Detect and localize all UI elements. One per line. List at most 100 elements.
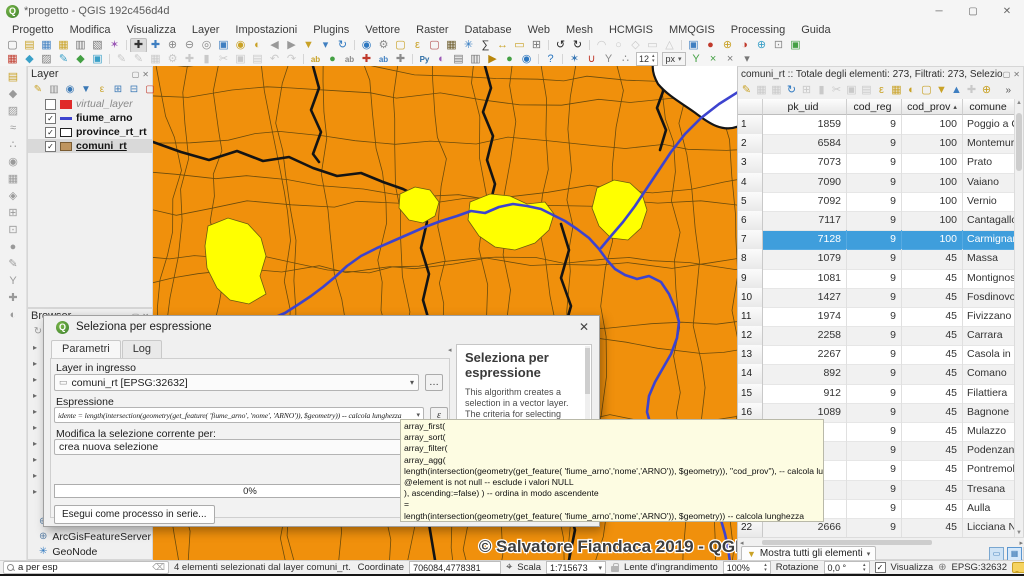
browser-item[interactable]: ⊕ ArcGisFeatureServer	[28, 529, 152, 544]
scrollbar-thumb[interactable]	[762, 540, 932, 545]
collapse-help-icon[interactable]: ◂	[448, 346, 452, 354]
form-view-toggle[interactable]: ▭	[989, 547, 1004, 561]
save-edits-icon[interactable]: ▦	[770, 84, 783, 97]
layer-checkbox[interactable]: ✓	[45, 113, 56, 124]
layout-manager-icon[interactable]: ▧	[89, 39, 106, 52]
statistical-summary-icon[interactable]: ∑	[477, 39, 494, 52]
add-regular-polygon-icon[interactable]: △	[661, 39, 678, 52]
row-number[interactable]: 1	[738, 115, 763, 135]
layer-item[interactable]: virtual_layer	[28, 97, 152, 111]
autocomplete-item[interactable]: array_first(	[404, 421, 823, 432]
modify-selection-select[interactable]: crea nuova selezione ▾	[54, 439, 446, 455]
toolbar-icon[interactable]	[354, 40, 355, 50]
more-options-icon[interactable]: ▾	[739, 53, 756, 66]
menu-item[interactable]: Visualizza	[119, 24, 184, 36]
deselect-all-icon[interactable]: ▢	[920, 84, 933, 97]
dialog-title-bar[interactable]: Q Seleziona per espressione ✕	[44, 316, 599, 338]
add-arcgis-layer-icon[interactable]: ◐	[5, 308, 21, 322]
annotation-marker-icon[interactable]: ●	[702, 39, 719, 52]
zoom-to-layer-icon[interactable]: ◐	[249, 39, 266, 52]
measure-icon[interactable]: ↔	[494, 39, 511, 52]
add-feature-icon[interactable]: ⊞	[800, 84, 813, 97]
new-map-view-icon[interactable]: ⊞	[528, 39, 545, 52]
preview-mode-icon[interactable]: ◑	[736, 39, 753, 52]
add-wfs-layer-icon[interactable]: ✎	[5, 257, 21, 271]
layer-item[interactable]: ✓ province_rt_rt	[28, 125, 152, 139]
row-number[interactable]: 7	[738, 230, 763, 250]
multi-edit-icon[interactable]: ▦	[755, 84, 768, 97]
input-layer-select[interactable]: ▭ comuni_rt [EPSG:32632] ▾	[54, 374, 419, 391]
undo-icon[interactable]: ↶	[266, 53, 283, 66]
open-layer-styling-icon[interactable]: ✎	[31, 83, 45, 96]
add-oracle-layer-icon[interactable]: ⊞	[5, 206, 21, 220]
layer-checkbox[interactable]: ✓	[45, 127, 56, 138]
table-view-toggle[interactable]: ▦	[1007, 547, 1022, 561]
close-button[interactable]: ✕	[990, 0, 1024, 22]
save-project-icon[interactable]: ▦	[38, 39, 55, 52]
clear-search-icon[interactable]: ⌫	[152, 562, 165, 573]
toolbar-icon[interactable]	[412, 54, 413, 64]
autocomplete-item[interactable]: @element is not null -- esclude i valori…	[404, 477, 823, 488]
locator-search-input[interactable]: a per esp ⌫	[3, 561, 169, 574]
current-edits-icon[interactable]: ✎	[130, 53, 147, 66]
zoom-forward-icon[interactable]: ↻	[569, 39, 586, 52]
magnifier-icon[interactable]: ⊕	[719, 39, 736, 52]
select-features-icon[interactable]: ▢	[392, 39, 409, 52]
style-manager-icon[interactable]: ✶	[106, 39, 123, 52]
info-plugin-icon[interactable]: ◉	[518, 53, 535, 66]
toolbar-icon[interactable]	[589, 40, 590, 50]
add-circle-icon[interactable]: ○	[610, 39, 627, 52]
new-bookmark-icon[interactable]: ▼	[300, 39, 317, 52]
run-script-icon[interactable]: ▶	[484, 53, 501, 66]
select-by-expression-icon[interactable]: ε	[409, 39, 426, 52]
add-mesh-layer-icon[interactable]: ≈	[5, 121, 21, 135]
add-raster-layer-icon[interactable]: ▨	[38, 53, 55, 66]
menu-item[interactable]: Processing	[723, 24, 793, 36]
cad-perpendicular-icon[interactable]: ×	[705, 53, 722, 66]
rotation-stepper[interactable]: 0,0 ° ▴▾	[824, 561, 870, 574]
toolbar-icon[interactable]	[109, 54, 110, 64]
column-header[interactable]: cod_prov ▴	[902, 99, 963, 115]
autocomplete-item[interactable]: array_sort(	[404, 432, 823, 443]
table-row[interactable]: 3 7073 9 100 Prato	[738, 153, 1017, 172]
toggle-editing-icon[interactable]: ✎	[113, 53, 130, 66]
copy-icon[interactable]: ▣	[845, 84, 858, 97]
lock-scale-icon[interactable]	[611, 566, 619, 572]
row-number[interactable]: 4	[738, 173, 763, 193]
zoom-native-icon[interactable]: ◎	[198, 39, 215, 52]
menu-item[interactable]: Vettore	[357, 24, 408, 36]
toolbar-icon[interactable]	[538, 54, 539, 64]
scale-select[interactable]: 1:715673 ▾	[546, 561, 606, 574]
row-number[interactable]: 2	[738, 134, 763, 154]
menu-item[interactable]: Modifica	[62, 24, 119, 36]
canvas-extent-icon[interactable]: ▣	[787, 39, 804, 52]
zoom-last-icon[interactable]: ◀	[266, 39, 283, 52]
render-checkbox[interactable]: ✓	[875, 562, 886, 573]
table-row[interactable]: 14 892 9 45 Comano	[738, 364, 1017, 383]
open-project-icon[interactable]: ▤	[21, 39, 38, 52]
expand-all-icon[interactable]: ⊞	[111, 83, 125, 96]
row-number[interactable]: 3	[738, 153, 763, 173]
toolbar-icon[interactable]	[681, 40, 682, 50]
row-number[interactable]: 13	[738, 345, 763, 365]
snap-dots-icon[interactable]: ∴	[617, 53, 634, 66]
menu-item[interactable]: Impostazioni	[227, 24, 305, 36]
coordinate-input[interactable]: 706084,4778381	[409, 561, 501, 574]
add-delimited-text-icon[interactable]: ∴	[5, 138, 21, 152]
toolbar-icon[interactable]	[126, 40, 127, 50]
menu-item[interactable]: Database	[457, 24, 520, 36]
add-raster-layer-icon[interactable]: ▨	[5, 104, 21, 118]
table-row[interactable]: 1 1859 9 100 Poggio a Caiano	[738, 115, 1017, 134]
menu-item[interactable]: Mesh	[558, 24, 601, 36]
column-header[interactable]: comune	[963, 99, 1017, 115]
add-vector-layer-icon[interactable]: ◆	[21, 53, 38, 66]
help-contents-icon[interactable]: ?	[542, 53, 559, 66]
plugin-icon[interactable]: ◐	[433, 53, 450, 66]
open-attribute-table-icon[interactable]: ▦	[443, 39, 460, 52]
row-number[interactable]: 15	[738, 384, 763, 404]
refresh-map-icon[interactable]: ↻	[334, 39, 351, 52]
toolbar-icon[interactable]	[548, 40, 549, 50]
table-row[interactable]: 4 7090 9 100 Vaiano	[738, 173, 1017, 192]
cad-construction-icon[interactable]: Y	[688, 53, 705, 66]
mmqgis-icon[interactable]: ▤	[450, 53, 467, 66]
